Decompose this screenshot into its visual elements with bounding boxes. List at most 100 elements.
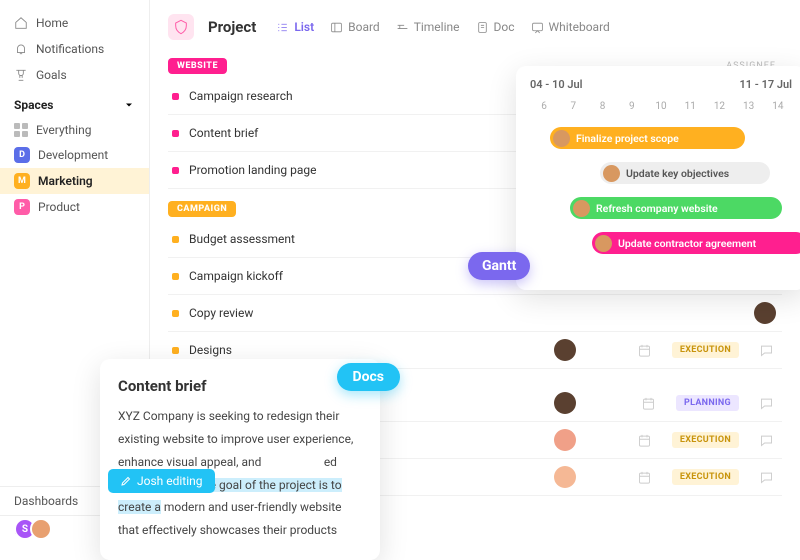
nav-label: Notifications — [36, 42, 104, 56]
tab-label: Whiteboard — [549, 20, 610, 34]
gantt-day: 6 — [530, 97, 558, 116]
tab-board[interactable]: Board — [330, 20, 380, 34]
bell-icon — [14, 42, 28, 56]
nav-label: Home — [36, 16, 68, 30]
docs-panel: Docs Content brief XYZ Company is seekin… — [100, 359, 380, 560]
task-name: Designs — [189, 343, 554, 357]
task-name: Copy review — [189, 306, 754, 320]
calendar-icon[interactable] — [637, 470, 652, 485]
space-badge: P — [14, 199, 30, 215]
gantt-day: 12 — [705, 97, 733, 116]
tab-doc[interactable]: Doc — [476, 20, 515, 34]
group-tag: CAMPAIGN — [168, 201, 236, 217]
gantt-bar-label: Update key objectives — [626, 167, 729, 180]
project-header: Project List Board Timeline Doc Whiteboard — [168, 14, 782, 40]
space-label: Product — [38, 200, 80, 214]
gantt-badge: Gantt — [468, 252, 530, 280]
calendar-icon[interactable] — [637, 433, 652, 448]
gantt-day: 10 — [647, 97, 675, 116]
docs-title: Content brief — [118, 377, 362, 395]
bottom-label: Dashboards — [14, 494, 78, 508]
status-badge[interactable]: EXECUTION — [672, 469, 739, 485]
timeline-icon — [396, 21, 409, 34]
status-badge[interactable]: EXECUTION — [672, 342, 739, 358]
gantt-bar[interactable]: Finalize project scope — [550, 127, 745, 149]
home-icon — [14, 16, 28, 30]
avatar[interactable] — [554, 466, 576, 488]
task-status-dot — [172, 93, 179, 100]
avatar — [573, 200, 590, 217]
comment-icon[interactable] — [759, 433, 774, 448]
project-title: Project — [208, 18, 256, 36]
task-status-dot — [172, 236, 179, 243]
task-status-dot — [172, 130, 179, 137]
tab-list[interactable]: List — [276, 20, 314, 34]
space-badge: D — [14, 147, 30, 163]
task-row[interactable]: Copy review — [168, 295, 782, 332]
chevron-down-icon — [123, 99, 135, 111]
nav-trophy[interactable]: Goals — [0, 62, 149, 88]
project-icon — [168, 14, 194, 40]
doc-icon — [476, 21, 489, 34]
status-badge[interactable]: EXECUTION — [672, 432, 739, 448]
trophy-icon — [14, 68, 28, 82]
gantt-bar[interactable]: Update key objectives — [600, 162, 770, 184]
editing-badge: Josh editing — [108, 469, 215, 493]
sidebar-item-development[interactable]: D Development — [0, 142, 149, 168]
sidebar-item-marketing[interactable]: M Marketing — [0, 168, 149, 194]
comment-icon[interactable] — [759, 396, 774, 411]
gantt-day: 11 — [676, 97, 704, 116]
task-status-dot — [172, 310, 179, 317]
gantt-range-2: 11 - 17 Jul — [740, 78, 793, 91]
group-tag: WEBSITE — [168, 58, 227, 74]
tab-label: Timeline — [414, 20, 460, 34]
user-avatar-2 — [30, 518, 52, 540]
space-badge: M — [14, 173, 30, 189]
comment-icon[interactable] — [759, 470, 774, 485]
avatar[interactable] — [554, 429, 576, 451]
tab-whiteboard[interactable]: Whiteboard — [531, 20, 610, 34]
gantt-day: 13 — [735, 97, 763, 116]
task-status-dot — [172, 273, 179, 280]
avatar — [553, 130, 570, 147]
gantt-bar-label: Update contractor agreement — [618, 237, 756, 250]
gantt-day: 9 — [618, 97, 646, 116]
board-icon — [330, 21, 343, 34]
space-label: Development — [38, 148, 108, 162]
pencil-icon — [120, 475, 132, 487]
calendar-icon[interactable] — [637, 343, 652, 358]
sidebar-item-product[interactable]: P Product — [0, 194, 149, 220]
comment-icon[interactable] — [759, 343, 774, 358]
task-status-dot — [172, 167, 179, 174]
tab-label: List — [294, 20, 314, 34]
nav-bell[interactable]: Notifications — [0, 36, 149, 62]
gantt-day: 8 — [588, 97, 616, 116]
gantt-range-1: 04 - 10 Jul — [530, 78, 583, 91]
gantt-bar-label: Finalize project scope — [576, 132, 679, 145]
tab-label: Doc — [494, 20, 515, 34]
space-label: Marketing — [38, 174, 93, 188]
status-badge[interactable]: PLANNING — [676, 395, 739, 411]
nav-home[interactable]: Home — [0, 10, 149, 36]
tab-timeline[interactable]: Timeline — [396, 20, 460, 34]
gantt-day: 14 — [764, 97, 792, 116]
nav-label: Goals — [36, 68, 67, 82]
avatar[interactable] — [554, 392, 576, 414]
tab-label: Board — [348, 20, 380, 34]
avatar — [595, 235, 612, 252]
gantt-panel: Gantt 04 - 10 Jul 11 - 17 Jul 6789101112… — [516, 66, 800, 290]
whiteboard-icon — [531, 21, 544, 34]
calendar-icon[interactable] — [641, 396, 656, 411]
docs-badge: Docs — [337, 363, 401, 391]
avatar — [603, 165, 620, 182]
spaces-header[interactable]: Spaces — [0, 88, 149, 118]
grid-icon — [14, 123, 28, 137]
sidebar-item-everything[interactable]: Everything — [0, 118, 149, 142]
avatar[interactable] — [754, 302, 776, 324]
gantt-bar-label: Refresh company website — [596, 202, 718, 215]
gantt-day: 7 — [559, 97, 587, 116]
gantt-bar[interactable]: Update contractor agreement — [592, 232, 800, 254]
avatar[interactable] — [554, 339, 576, 361]
user-menu[interactable]: S — [14, 518, 52, 540]
gantt-bar[interactable]: Refresh company website — [570, 197, 782, 219]
